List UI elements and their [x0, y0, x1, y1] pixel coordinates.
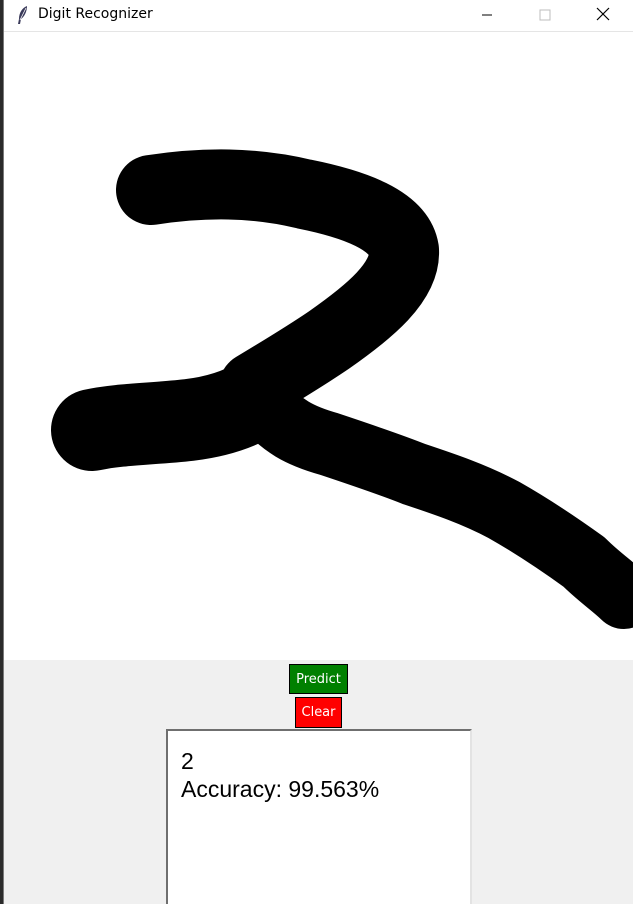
- window-title: Digit Recognizer: [38, 6, 153, 22]
- minimize-button[interactable]: [464, 0, 510, 30]
- close-icon: [596, 6, 610, 25]
- accuracy-text: Accuracy: 99.563%: [181, 776, 380, 802]
- drawing-canvas[interactable]: [4, 32, 633, 660]
- maximize-icon: [539, 6, 551, 25]
- result-text-box[interactable]: 2 Accuracy: 99.563%: [166, 729, 472, 904]
- predicted-digit: 2: [181, 748, 194, 774]
- app-window: Digit Recognizer Predict Clear 2 Accurac…: [3, 0, 633, 904]
- feather-icon: [16, 5, 30, 25]
- minimize-icon: [481, 6, 493, 25]
- drawn-digit-strokes: [51, 149, 633, 629]
- close-button[interactable]: [580, 0, 626, 30]
- predict-button[interactable]: Predict: [289, 664, 348, 694]
- title-bar[interactable]: Digit Recognizer: [4, 0, 633, 32]
- maximize-button[interactable]: [522, 0, 568, 30]
- clear-button[interactable]: Clear: [295, 697, 342, 728]
